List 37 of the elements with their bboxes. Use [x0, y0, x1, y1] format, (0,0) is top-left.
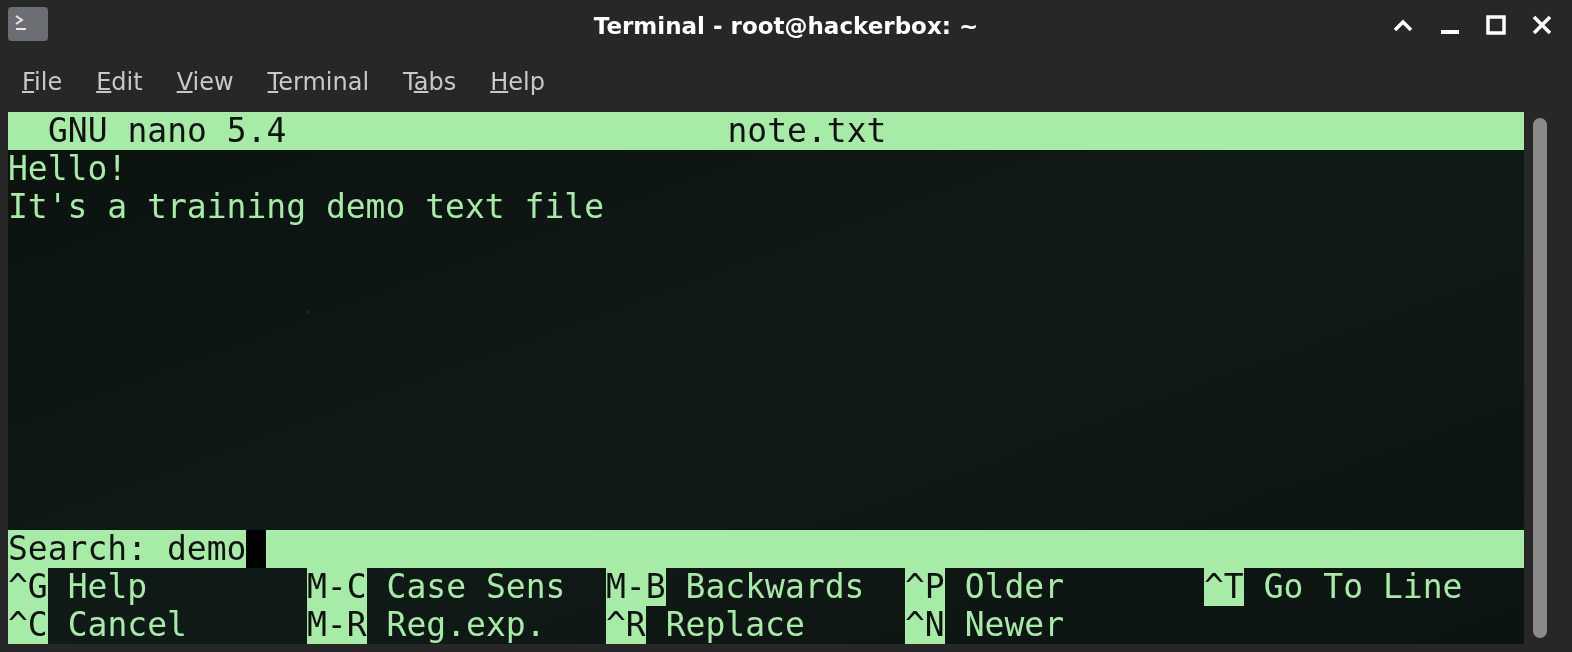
shortcut-label: Backwards: [685, 568, 865, 606]
text-line: It's a training demo text file: [8, 187, 605, 226]
shortcut-label: Newer: [964, 606, 1065, 644]
menu-item[interactable]: Tabs: [403, 68, 457, 96]
shortcut-key: ^P: [905, 568, 945, 606]
shortcut-key: ^G: [8, 568, 48, 606]
menu-item[interactable]: File: [22, 68, 63, 96]
shortcut-label: Reg.exp.: [386, 606, 546, 644]
text-line: Hello!: [8, 149, 128, 188]
close-icon[interactable]: [1532, 15, 1552, 35]
chevron-up-icon[interactable]: [1392, 17, 1414, 33]
shortcut-key: M-R: [307, 606, 367, 644]
terminal-icon: [8, 7, 48, 41]
menu-item[interactable]: Help: [490, 68, 545, 96]
maximize-icon[interactable]: [1486, 15, 1506, 35]
shortcut-key: ^N: [905, 606, 945, 644]
shortcut-key: M-B: [606, 568, 666, 606]
shortcut-label: Cancel: [67, 606, 187, 644]
text-cursor: [246, 530, 267, 568]
shortcut-key: ^C: [8, 606, 48, 644]
shortcut-label: Case Sens: [386, 568, 566, 606]
shortcut-key: ^T: [1204, 568, 1244, 606]
search-field[interactable]: Search: demo: [8, 530, 247, 568]
menu-item[interactable]: View: [176, 68, 234, 96]
scrollbar-thumb[interactable]: [1533, 118, 1547, 638]
shortcut-label: Go To Line: [1263, 568, 1463, 606]
window-title: Terminal - root@hackerbox: ~: [593, 13, 979, 39]
shortcut-label: Help: [67, 568, 148, 606]
shortcut-label: Replace: [665, 606, 805, 644]
shortcut-key: M-C: [307, 568, 367, 606]
shortcut-key: ^R: [606, 606, 646, 644]
search-bar[interactable]: Search: demo: [8, 530, 1524, 568]
shortcut-label: Older: [964, 568, 1065, 606]
file-name: note.txt: [727, 112, 887, 150]
menu-item[interactable]: Edit: [96, 68, 143, 96]
editor-version: GNU nano 5.4: [48, 112, 287, 150]
menu-item[interactable]: Terminal: [267, 68, 370, 96]
